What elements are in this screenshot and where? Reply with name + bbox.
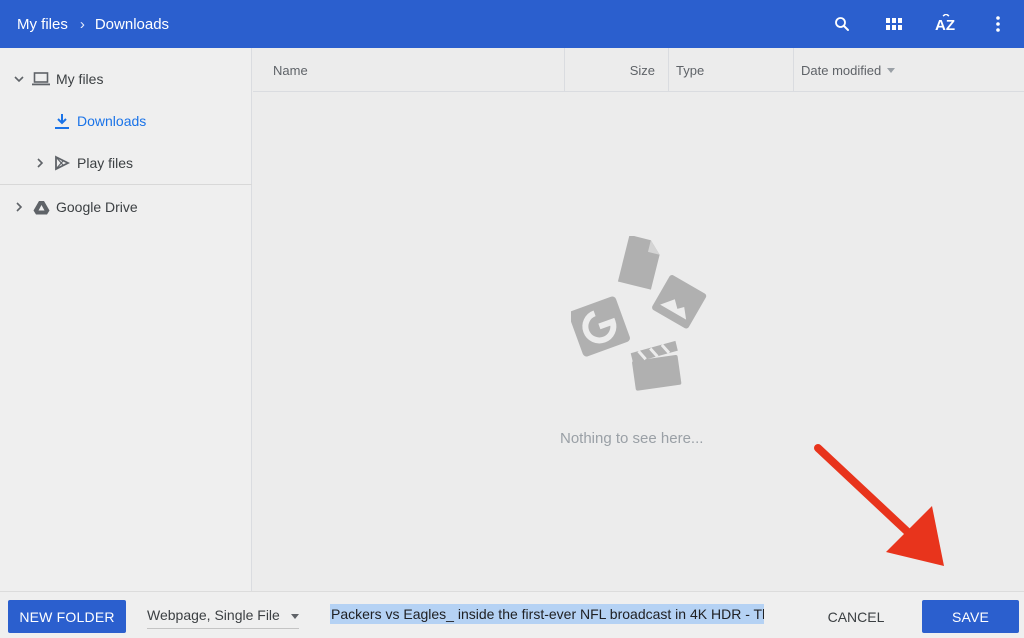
sort-descending-icon (887, 67, 896, 73)
video-icon (630, 340, 682, 391)
chevron-down-icon[interactable] (13, 73, 25, 85)
sidebar-item-label: Google Drive (56, 199, 138, 215)
file-list-area: Name Size Type Date modified Nothing to … (253, 48, 1024, 591)
google-drive-icon (32, 198, 50, 216)
save-button[interactable]: SAVE (922, 600, 1019, 633)
breadcrumb-my-files[interactable]: My files (17, 16, 68, 33)
sidebar-item-play-files[interactable]: Play files (0, 145, 252, 181)
image-icon (652, 275, 707, 329)
more-options-button[interactable] (972, 0, 1024, 48)
document-icon (617, 236, 660, 290)
column-divider (793, 48, 794, 92)
laptop-icon (32, 70, 50, 88)
column-name-label: Name (273, 62, 308, 78)
filename-selected-text: Packers vs Eagles_ inside the first-ever… (330, 604, 764, 624)
file-list-header: Name Size Type Date modified (253, 48, 1024, 92)
column-divider (668, 48, 669, 92)
play-files-icon (53, 154, 71, 172)
grid-view-button[interactable] (868, 0, 920, 48)
more-vert-icon (996, 16, 1000, 32)
sidebar-item-label: Play files (77, 155, 134, 171)
breadcrumb-separator: › (79, 15, 85, 33)
column-name[interactable]: Name (273, 48, 563, 92)
breadcrumb: My files › Downloads (0, 16, 169, 33)
file-type-value: Webpage, Single File (147, 607, 280, 623)
column-type-label: Type (676, 62, 705, 78)
empty-state-message: Nothing to see here... (560, 430, 704, 447)
header-actions: AZ (816, 0, 1024, 48)
dropdown-arrow-icon (291, 614, 299, 619)
sort-az-icon: AZ (935, 14, 955, 34)
column-date-modified-label: Date modified (801, 62, 882, 78)
app-icon (571, 296, 630, 357)
sidebar-item-downloads[interactable]: Downloads (0, 103, 252, 139)
grid-view-icon (886, 18, 902, 30)
title-bar: My files › Downloads AZ (0, 0, 1024, 48)
filename-input[interactable]: Packers vs Eagles_ inside the first-ever… (330, 604, 764, 628)
column-type[interactable]: Type (676, 48, 792, 92)
sort-button[interactable]: AZ (920, 0, 972, 48)
navigation-sidebar: My files Downloads Play files Google Dri… (0, 48, 252, 591)
file-type-select[interactable]: Webpage, Single File (147, 605, 299, 629)
download-icon (53, 112, 71, 130)
new-folder-button[interactable]: NEW FOLDER (8, 600, 126, 633)
search-button[interactable] (816, 0, 868, 48)
svg-text:AZ: AZ (935, 17, 955, 34)
sidebar-item-label: Downloads (77, 113, 147, 129)
sidebar-divider (0, 184, 252, 185)
sidebar-item-my-files[interactable]: My files (0, 61, 252, 97)
column-date-modified[interactable]: Date modified (801, 48, 1021, 92)
sidebar-item-label: My files (56, 71, 104, 87)
empty-state-illustration (571, 236, 707, 391)
chevron-right-icon[interactable] (13, 201, 25, 213)
search-icon (835, 17, 849, 31)
chevron-right-icon[interactable] (34, 157, 46, 169)
sidebar-item-google-drive[interactable]: Google Drive (0, 189, 252, 225)
cancel-button[interactable]: CANCEL (816, 600, 896, 633)
breadcrumb-downloads[interactable]: Downloads (95, 16, 169, 33)
column-size[interactable]: Size (565, 48, 668, 92)
column-size-label: Size (629, 62, 655, 78)
